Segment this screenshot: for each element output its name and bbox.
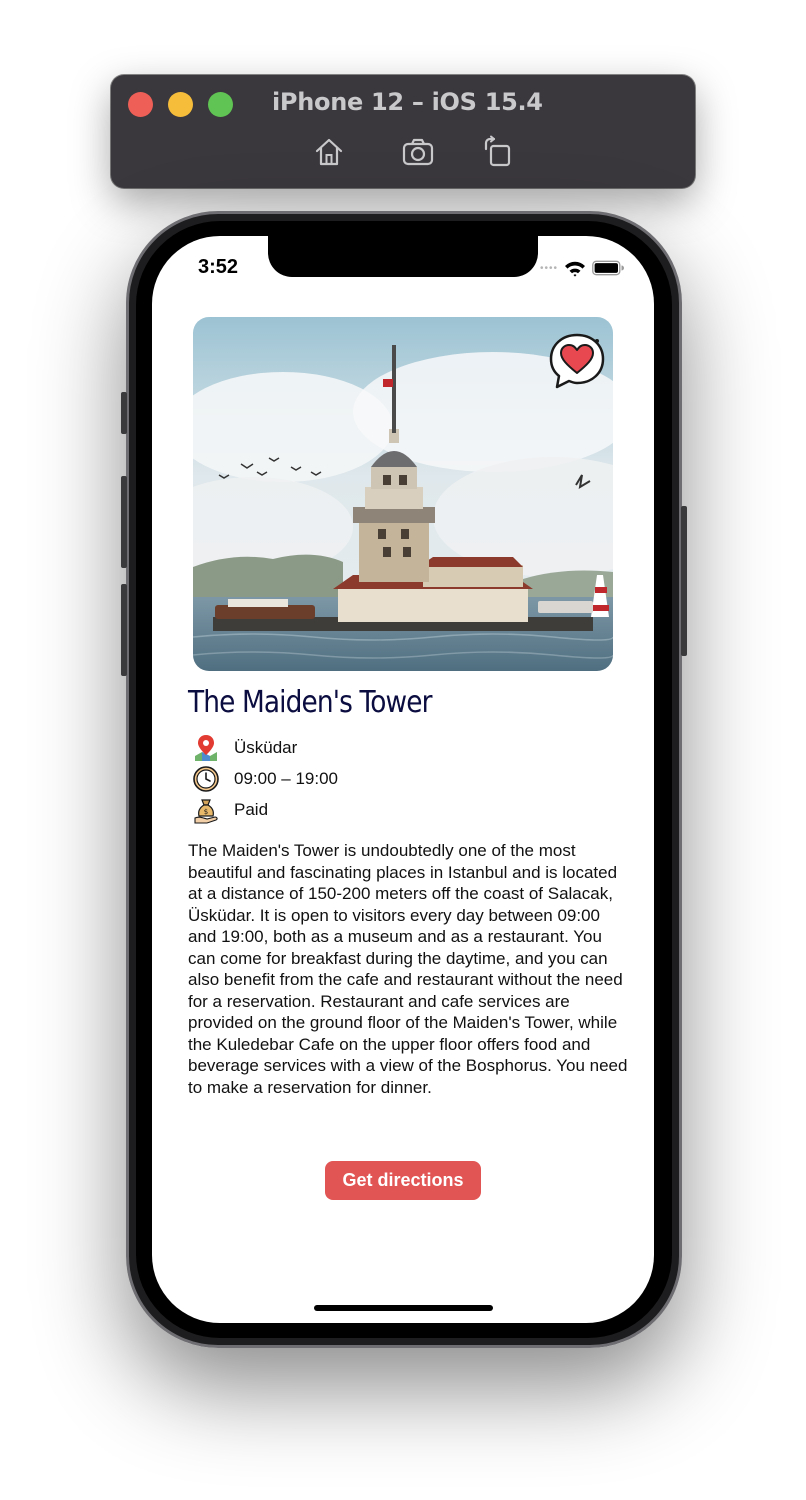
status-indicators: ••••: [540, 257, 625, 279]
mute-switch: [121, 392, 127, 434]
location-text: Üsküdar: [234, 738, 298, 757]
favorite-button[interactable]: [546, 330, 608, 392]
hours-text: 09:00 – 19:00: [234, 769, 338, 788]
power-button: [681, 506, 687, 656]
fee-text: Paid: [234, 800, 269, 819]
notch: [268, 236, 538, 277]
close-window-button[interactable]: [128, 92, 153, 117]
volume-up-button: [121, 476, 127, 568]
get-directions-button[interactable]: Get directions: [325, 1161, 481, 1200]
minimize-window-button[interactable]: [168, 92, 193, 117]
home-indicator[interactable]: [314, 1305, 493, 1311]
map-pin-icon: [192, 734, 220, 762]
heart-speech-bubble-icon: [549, 333, 605, 389]
simulator-title: iPhone 12 – iOS 15.4: [272, 88, 543, 116]
location-row: Üsküdar: [192, 734, 297, 762]
screenshot-button[interactable]: [400, 134, 436, 170]
cellular-signal-icon: ••••: [540, 262, 559, 274]
rotate-button[interactable]: [479, 134, 515, 170]
fee-row: $ Paid: [192, 796, 268, 824]
screenshot-camera-icon: [402, 138, 434, 166]
clock-icon: [192, 765, 220, 793]
money-bag-icon: $: [192, 796, 220, 824]
home-button[interactable]: [311, 134, 347, 170]
place-description: The Maiden's Tower is undoubtedly one of…: [188, 841, 628, 1097]
battery-icon: [592, 260, 625, 276]
volume-down-button: [121, 584, 127, 676]
zoom-window-button[interactable]: [208, 92, 233, 117]
status-time: 3:52: [198, 256, 239, 278]
place-title: The Maiden's Tower: [188, 685, 432, 720]
rotate-icon: [484, 135, 511, 167]
home-icon: [315, 138, 343, 166]
svg-text:$: $: [204, 808, 208, 816]
hours-row: 09:00 – 19:00: [192, 765, 338, 793]
wifi-icon: [565, 261, 586, 277]
